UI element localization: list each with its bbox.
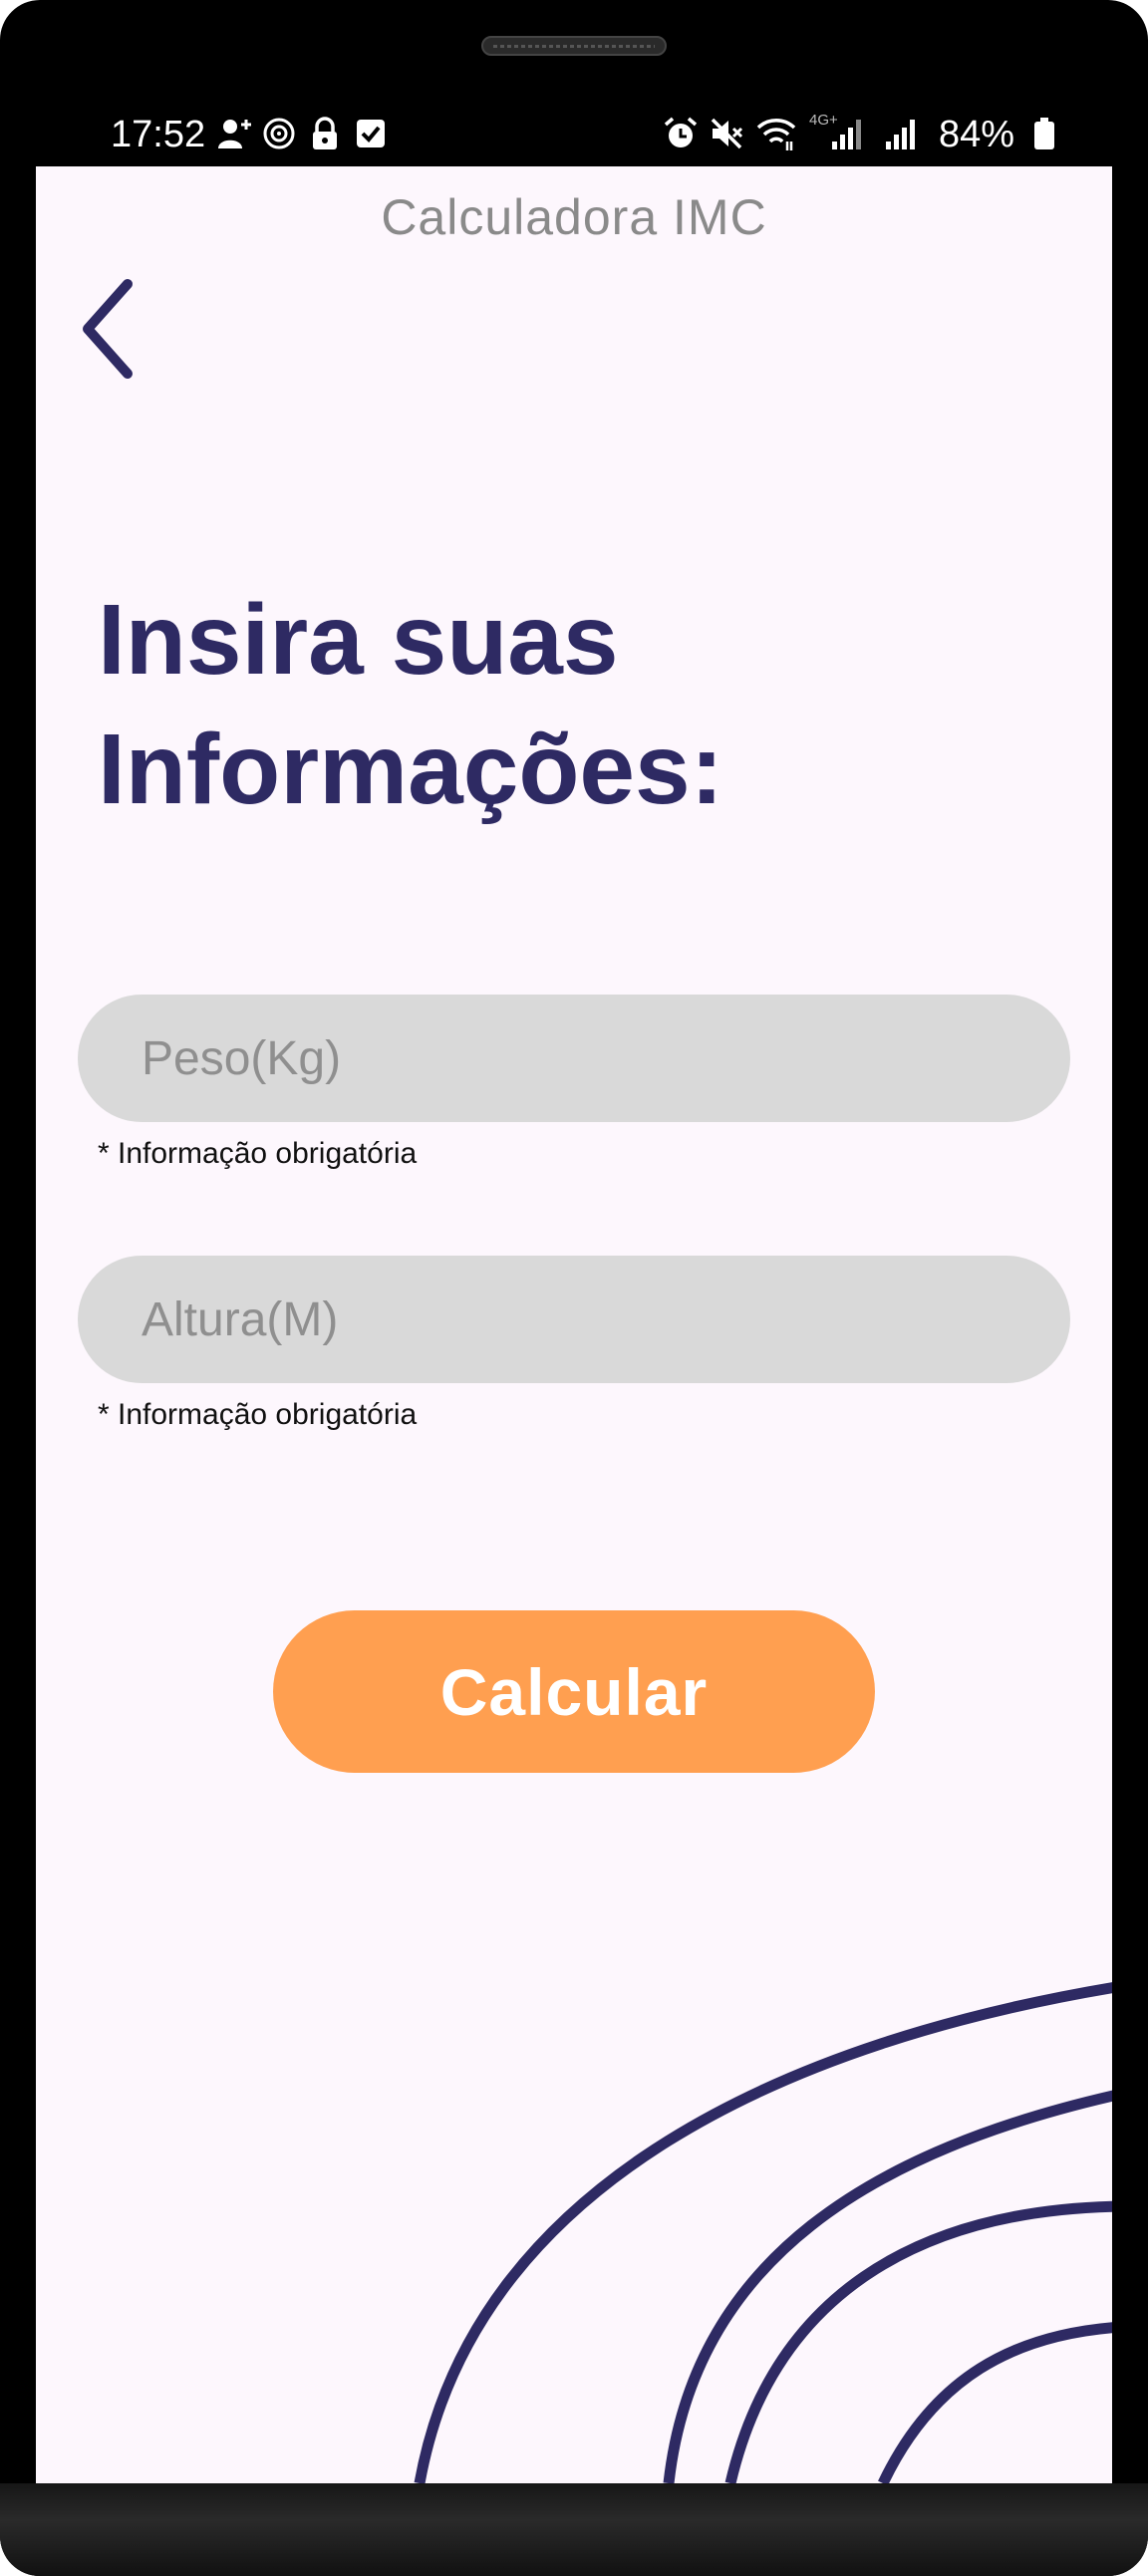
- chevron-left-icon: [83, 279, 133, 379]
- height-input[interactable]: [78, 1256, 1070, 1383]
- signal-icon: [832, 120, 861, 149]
- battery-percent: 84%: [939, 114, 1015, 155]
- phone-frame: 17:52 4G+ 84% Calculadora IMC Insira sua…: [0, 0, 1148, 2576]
- calculate-button[interactable]: Calcular: [273, 1610, 875, 1773]
- mute-icon: [711, 118, 743, 149]
- task-check-icon: [357, 120, 385, 147]
- earpiece-speaker: [481, 36, 667, 56]
- person-add-icon: [218, 120, 251, 148]
- status-bar: 17:52 4G+ 84%: [36, 100, 1112, 169]
- weight-input[interactable]: [78, 995, 1070, 1122]
- phone-bottom-bezel: [0, 2483, 1148, 2576]
- weight-required-note: * Informação obrigatória: [98, 1137, 418, 1170]
- back-button[interactable]: [76, 274, 145, 384]
- page-heading: Insira suas Informações:: [98, 584, 723, 825]
- sync-icon: [263, 118, 295, 149]
- battery-icon: [1034, 118, 1054, 149]
- app-screen: Calculadora IMC Insira suas Informações:…: [36, 166, 1112, 2483]
- signal-icon-2: [886, 120, 915, 149]
- wifi-icon: [756, 119, 796, 150]
- app-title: Calculadora IMC: [381, 189, 767, 245]
- lock-icon: [313, 117, 337, 149]
- alarm-icon: [664, 117, 698, 147]
- height-required-note: * Informação obrigatória: [98, 1398, 418, 1431]
- status-time: 17:52: [111, 114, 206, 155]
